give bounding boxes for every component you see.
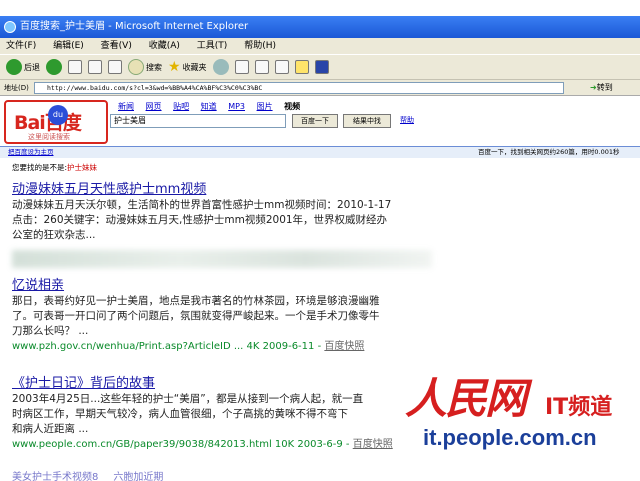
result-desc-line: 2003年4月25日...这些年轻的护士“美眉”，都是从接到一个病人起，就一直	[12, 393, 364, 405]
result-desc-line: 动漫妹妹五月天沃尔顿，生活简朴的世界首富性感护士mm视频时间：2010-1-17	[12, 199, 392, 211]
search-tabs: 新闻 网页 贴吧 知道 MP3 图片 视频	[118, 101, 309, 112]
people-daily-watermark: 人民网 IT频道 it.people.com.cn	[405, 365, 635, 461]
address-input[interactable]: http://www.baidu.com/s?cl=3&wd=%BB%A4%CA…	[34, 82, 564, 94]
result-url: www.people.com.cn/GB/paper39/9038/842013…	[12, 437, 452, 452]
tab-zhidao[interactable]: 知道	[201, 102, 217, 111]
result-desc-line: 刀那么长吗？ ...	[12, 325, 89, 337]
mail-icon[interactable]	[234, 60, 249, 74]
suggest-prefix: 您要找的是不是:	[12, 163, 68, 172]
go-button[interactable]: ➜转到	[590, 82, 613, 94]
window-titlebar: 百度搜索_护士美眉 - Microsoft Internet Explorer	[0, 16, 640, 38]
result-url-text: www.people.com.cn/GB/paper39/9038/842013…	[12, 439, 350, 450]
result-title[interactable]: 《护士日记》背后的故事	[12, 376, 452, 392]
result-desc-line: 了。可表哥一开口问了两个问题后，氛围就变得严峻起来。一个是手术刀像零牛	[12, 310, 380, 322]
baidu-logo[interactable]: Bai百度 du 这里阅读搜索	[4, 100, 108, 144]
result-desc-line: 那日，表哥约好见一护士美眉，地点是我市著名的竹林茶园，环境是够浪漫幽雅	[12, 295, 380, 307]
result-title[interactable]: 忆说相亲	[12, 278, 452, 294]
result-desc-line: 和病人近距离 ...	[12, 423, 89, 435]
messenger-icon[interactable]	[314, 60, 329, 74]
favorites-button[interactable]: ★ 收藏夹	[168, 59, 207, 75]
result-url-text: www.pzh.gov.cn/wenhua/Print.asp?ArticleI…	[12, 341, 322, 352]
menu-help[interactable]: 帮助(H)	[244, 41, 276, 51]
tab-news[interactable]: 新闻	[118, 102, 134, 111]
menu-view[interactable]: 查看(V)	[101, 41, 132, 51]
favorites-label: 收藏夹	[182, 62, 207, 72]
star-icon: ★	[168, 59, 181, 75]
go-arrow-icon: ➜	[590, 83, 597, 92]
history-icon[interactable]	[212, 59, 229, 75]
tab-tieba[interactable]: 贴吧	[173, 102, 189, 111]
search-label: 搜索	[146, 62, 162, 72]
tab-images[interactable]: 图片	[257, 102, 273, 111]
cache-snapshot-link[interactable]: 百度快照	[353, 439, 393, 450]
menu-file[interactable]: 文件(F)	[6, 41, 36, 51]
result-desc-line: 公室的狂欢杂志...	[12, 229, 96, 241]
edit-icon[interactable]	[274, 60, 289, 74]
back-button[interactable]: 后退	[6, 59, 40, 75]
window-title: 百度搜索_护士美眉 - Microsoft Internet Explorer	[20, 21, 249, 32]
browser-toolbar: 后退 搜索 ★ 收藏夹	[0, 54, 640, 80]
page-content: Bai百度 du 这里阅读搜索 新闻 网页 贴吧 知道 MP3 图片 视频 护士…	[0, 96, 640, 481]
address-label: 地址(D)	[4, 84, 29, 92]
partial-result-title[interactable]: 美女护士手术视频8___六胞加近期	[12, 468, 163, 481]
watermark-brand: 人民网	[405, 374, 527, 423]
results-stats: 百度一下，找到相关网页约260篇，用时0.001秒	[478, 148, 620, 156]
result-url: www.pzh.gov.cn/wenhua/Print.asp?ArticleI…	[12, 339, 452, 354]
tab-mp3[interactable]: MP3	[228, 102, 245, 111]
back-arrow-icon	[6, 59, 22, 75]
paw-icon: du	[48, 105, 68, 125]
suggest-keyword[interactable]: 护士妹妹	[67, 163, 97, 172]
watermark-url: it.people.com.cn	[423, 425, 597, 450]
ie-icon	[4, 21, 16, 33]
stop-icon[interactable]	[68, 60, 82, 74]
address-bar: 地址(D) http://www.baidu.com/s?cl=3&wd=%BB…	[0, 80, 640, 96]
search-icon	[128, 59, 144, 75]
go-label: 转到	[596, 83, 613, 92]
result-desc-line: 时病区工作，早期天气较冷，病人血管很细，个子高挑的黄咪不得不弯下	[12, 408, 348, 420]
search-result: 动漫妹妹五月天性感护士mm视频 动漫妹妹五月天沃尔顿，生活简朴的世界首富性感护士…	[12, 182, 452, 243]
results-info-bar: 把百度设为主页 百度一下，找到相关网页约260篇，用时0.001秒	[0, 146, 640, 158]
search-result: 《护士日记》背后的故事 2003年4月25日...这些年轻的护士“美眉”，都是从…	[12, 376, 452, 452]
watermark-channel: IT频道	[545, 395, 613, 420]
print-icon[interactable]	[254, 60, 269, 74]
search-button[interactable]: 搜索	[128, 59, 162, 75]
result-title[interactable]: 动漫妹妹五月天性感护士mm视频	[12, 182, 452, 198]
set-home-link[interactable]: 把百度设为主页	[8, 147, 54, 158]
result-desc-line: 点击：260关键字：动漫妹妹五月天,性感护士mm视频2001年，世界权威财经办	[12, 214, 388, 226]
back-label: 后退	[24, 62, 40, 72]
search-result: 忆说相亲 那日，表哥约好见一护士美眉，地点是我市著名的竹林茶园，环境是够浪漫幽雅…	[12, 278, 452, 354]
menu-bar: 文件(F) 编辑(E) 查看(V) 收藏(A) 工具(T) 帮助(H)	[0, 38, 640, 54]
menu-favorites[interactable]: 收藏(A)	[149, 41, 180, 51]
folder-icon[interactable]	[294, 60, 309, 74]
did-you-mean: 您要找的是不是:护士妹妹	[12, 162, 97, 173]
tab-video[interactable]: 视频	[284, 102, 300, 111]
home-icon[interactable]	[108, 60, 122, 74]
blurred-result	[12, 250, 432, 268]
baidu-logo-sub: 这里阅读搜索	[28, 133, 70, 141]
refresh-icon[interactable]	[88, 60, 102, 74]
menu-edit[interactable]: 编辑(E)	[53, 41, 84, 51]
menu-tools[interactable]: 工具(T)	[197, 41, 228, 51]
forward-button[interactable]	[46, 59, 62, 75]
search-within-button[interactable]: 结果中找	[343, 114, 391, 128]
cache-snapshot-link[interactable]: 百度快照	[324, 341, 364, 352]
baidu-search-button[interactable]: 百度一下	[292, 114, 338, 128]
help-link[interactable]: 帮助	[400, 115, 414, 125]
tab-web[interactable]: 网页	[146, 102, 162, 111]
search-input[interactable]: 护士美眉	[110, 114, 286, 128]
